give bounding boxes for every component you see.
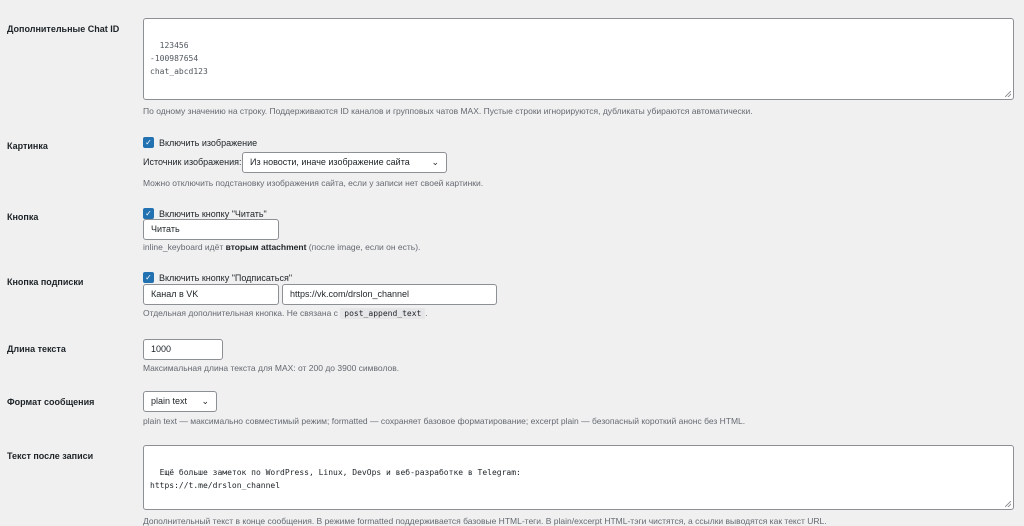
checkbox-checked-icon[interactable]: ✓ [143, 137, 154, 148]
subscribe-checkbox-row[interactable]: ✓ Включить кнопку "Подписаться" [143, 272, 292, 283]
append-label: Текст после записи [7, 451, 94, 461]
subscribe-desc-tail: . [425, 308, 428, 318]
append-textarea[interactable]: Ещё больше заметок по WordPress, Linux, … [143, 445, 1014, 510]
subscribe-description: Отдельная дополнительная кнопка. Не связ… [143, 308, 428, 319]
format-label: Формат сообщения [7, 397, 95, 407]
image-checkbox-label: Включить изображение [159, 137, 258, 148]
subscribe-desc-text: Отдельная дополнительная кнопка. Не связ… [143, 308, 338, 318]
button-label: Кнопка [7, 212, 39, 222]
button-checkbox-row[interactable]: ✓ Включить кнопку "Читать" [143, 208, 267, 219]
chat-ids-label: Дополнительные Chat ID [7, 24, 120, 34]
chat-ids-description: По одному значению на строку. Поддержива… [143, 106, 753, 116]
button-checkbox-label: Включить кнопку "Читать" [159, 208, 267, 219]
format-value: plain text [151, 396, 188, 406]
button-description: inline_keyboard идёт вторым attachment (… [143, 242, 420, 252]
subscribe-label: Кнопка подписки [7, 277, 84, 287]
image-label: Картинка [7, 141, 48, 151]
subscribe-url-input[interactable]: https://vk.com/drslon_channel [282, 284, 497, 305]
button-desc-tail: (после image, если он есть). [306, 242, 421, 252]
length-description: Максимальная длина текста для MAX: от 20… [143, 363, 400, 373]
format-description: plain text — максимально совместимый реж… [143, 416, 746, 426]
checkbox-checked-icon[interactable]: ✓ [143, 208, 154, 219]
format-select[interactable]: plain text ⌄ [143, 391, 217, 412]
chat-ids-value: 123456 -100987654 chat_abcd123 [150, 41, 208, 76]
image-checkbox-row[interactable]: ✓ Включить изображение [143, 137, 257, 148]
image-description: Можно отключить подстановку изображения … [143, 178, 484, 188]
button-desc-text: inline_keyboard идёт [143, 242, 226, 252]
post-append-text-code: post_append_text [340, 308, 426, 319]
chevron-down-icon: ⌄ [431, 157, 439, 167]
image-source-label: Источник изображения: [143, 157, 242, 167]
checkbox-checked-icon[interactable]: ✓ [143, 272, 154, 283]
length-input[interactable]: 1000 [143, 339, 223, 360]
length-label: Длина текста [7, 344, 66, 354]
image-source-value: Из новости, иначе изображение сайта [250, 157, 410, 167]
button-desc-bold: вторым attachment [225, 242, 307, 252]
append-description: Дополнительный текст в конце сообщения. … [143, 516, 827, 526]
append-value: Ещё больше заметок по WordPress, Linux, … [150, 468, 521, 490]
resize-handle-icon[interactable] [1005, 501, 1011, 507]
resize-handle-icon[interactable] [1005, 91, 1011, 97]
chat-ids-textarea[interactable]: 123456 -100987654 chat_abcd123 [143, 18, 1014, 100]
subscribe-checkbox-label: Включить кнопку "Подписаться" [159, 272, 293, 283]
subscribe-text-input[interactable]: Канал в VK [143, 284, 279, 305]
chevron-down-icon: ⌄ [201, 396, 209, 406]
image-source-select[interactable]: Из новости, иначе изображение сайта ⌄ [242, 152, 447, 173]
button-text-input[interactable]: Читать [143, 219, 279, 240]
